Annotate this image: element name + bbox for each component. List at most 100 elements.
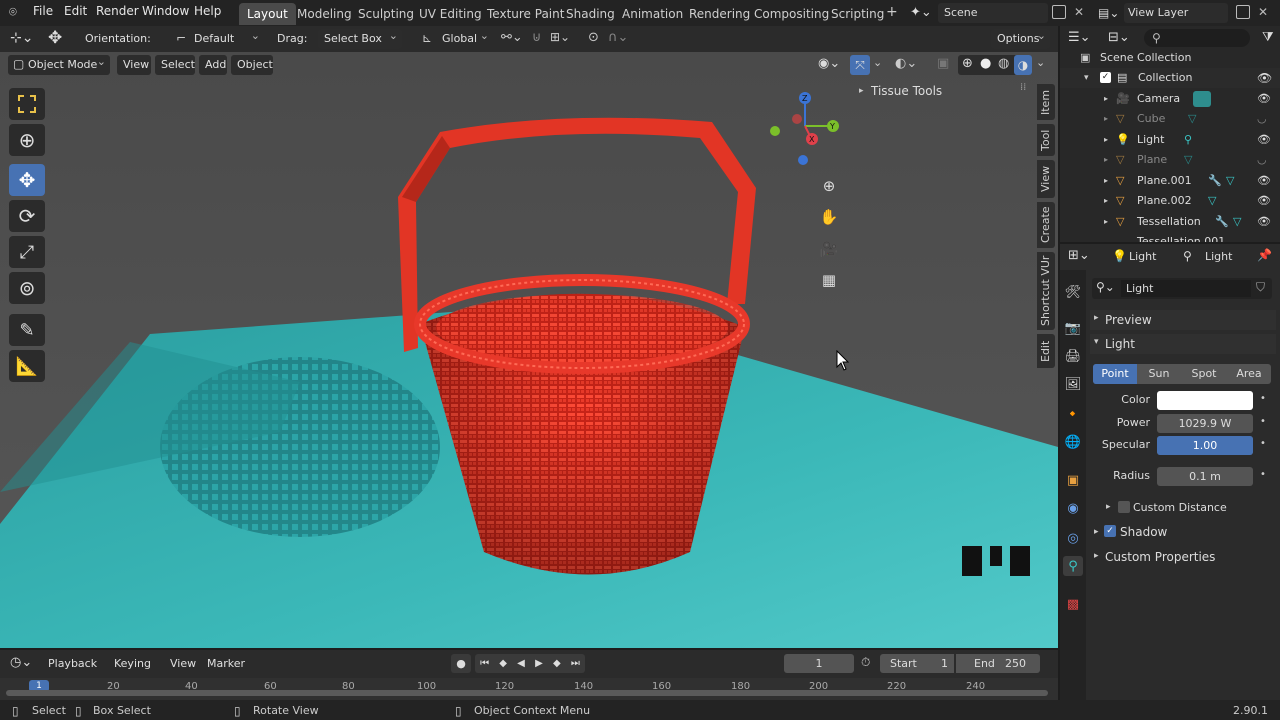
datablock-name-field[interactable]: Light — [1121, 280, 1251, 297]
outliner-search-input[interactable]: ⚲ — [1144, 29, 1250, 47]
shadow-checkbox[interactable]: ✓ — [1104, 525, 1116, 537]
tool-props-tab-icon[interactable]: 🛠 — [1063, 282, 1083, 302]
tab-item[interactable]: Item — [1037, 84, 1055, 120]
custom-distance-checkbox[interactable] — [1118, 501, 1130, 513]
constraints-props-tab-icon[interactable]: ◎ — [1063, 528, 1083, 548]
visibility-icon[interactable]: 👁 — [1257, 191, 1271, 211]
jump-start-icon[interactable]: ⏮ — [480, 658, 489, 669]
play-reverse-icon[interactable]: ◀ — [517, 658, 525, 669]
power-field[interactable]: 1029.9 W — [1157, 414, 1253, 433]
expand-icon[interactable]: ▸ — [1104, 89, 1108, 109]
timeline-scrollbar[interactable] — [6, 690, 1048, 696]
outliner-row-cube[interactable]: ▸ ▽ Cube ▽ ◡ — [1060, 109, 1280, 129]
physics-props-tab-icon[interactable]: ◉ — [1063, 498, 1083, 518]
zoom-icon[interactable]: ⊕ — [815, 172, 843, 200]
expand-icon[interactable]: ▸ — [1104, 212, 1108, 232]
falloff-icon[interactable]: ∩⌄ — [608, 30, 628, 45]
add-menu[interactable]: Add — [199, 55, 227, 75]
rendered-shading-icon[interactable]: ◑ — [1014, 55, 1032, 75]
view-menu[interactable]: View — [117, 55, 151, 75]
timeline-view-menu[interactable]: View — [170, 657, 196, 670]
menu-window[interactable]: Window — [142, 4, 189, 18]
blender-logo-icon[interactable]: ⌾ — [9, 5, 25, 21]
keying-menu[interactable]: Keying — [108, 654, 162, 674]
light-type-point[interactable]: Point — [1093, 364, 1137, 384]
menu-file[interactable]: File — [33, 4, 53, 18]
new-scene-icon[interactable] — [1052, 5, 1066, 19]
wireframe-shading-icon[interactable]: ⊕ — [962, 56, 973, 71]
solid-shading-icon[interactable]: ● — [980, 56, 991, 71]
start-frame-field[interactable]: Start 1 — [880, 654, 954, 673]
keyframe-dot-icon[interactable]: • — [1260, 416, 1266, 427]
material-shading-icon[interactable]: ◍ — [998, 56, 1009, 71]
transform-tool[interactable]: ⊚ — [9, 272, 45, 304]
transform-space-dropdown[interactable]: Global — [436, 26, 493, 49]
delete-scene-icon[interactable]: ✕ — [1074, 5, 1084, 19]
menu-help[interactable]: Help — [194, 4, 221, 18]
options-dropdown[interactable]: Options — [991, 26, 1050, 49]
custom-properties-header[interactable]: Custom Properties — [1105, 550, 1215, 564]
outliner-row-tessellation-001[interactable]: Tessellation.001 — [1060, 232, 1280, 242]
jump-end-icon[interactable]: ⏭ — [571, 658, 580, 669]
move-tool[interactable]: ✥ — [9, 164, 45, 196]
tab-uv-editing[interactable]: UV Editing — [411, 3, 490, 25]
play-icon[interactable]: ▶ — [535, 658, 543, 669]
outliner-row-collection[interactable]: ▾ ✓ ▤ Collection 👁 — [1060, 68, 1280, 88]
select-menu[interactable]: Select — [155, 55, 195, 75]
keyframe-dot-icon[interactable]: • — [1260, 438, 1266, 449]
filter-icon[interactable]: ⧩ — [1262, 30, 1274, 45]
tab-animation[interactable]: Animation — [614, 3, 691, 25]
keyframe-dot-icon[interactable]: • — [1260, 469, 1266, 480]
expand-icon[interactable]: ▸ — [1104, 130, 1108, 150]
light-type-sun[interactable]: Sun — [1137, 364, 1181, 384]
outliner-row-tessellation[interactable]: ▸ ▽ Tessellation 🔧 ▽ 👁 — [1060, 212, 1280, 232]
visibility-icon[interactable]: ◉⌄ — [818, 56, 840, 71]
orientation-dropdown[interactable]: Default — [188, 26, 264, 49]
timeline-editor-icon[interactable]: ◷⌄ — [10, 655, 32, 670]
keyframe-dot-icon[interactable]: • — [1260, 393, 1266, 404]
expand-collection-icon[interactable]: ▾ — [1084, 68, 1089, 88]
properties-editor-icon[interactable]: ⊞⌄ — [1068, 248, 1090, 263]
measure-tool[interactable]: 📐 — [9, 350, 45, 382]
outliner-row-scene-collection[interactable]: ▣ Scene Collection — [1060, 48, 1280, 68]
tab-view[interactable]: View — [1037, 160, 1055, 198]
tissue-expand-icon[interactable]: ▸ — [859, 86, 864, 96]
tab-create[interactable]: Create — [1037, 202, 1055, 248]
collection-checkbox[interactable]: ✓ — [1100, 72, 1111, 83]
pin-icon[interactable]: 📌 — [1257, 248, 1272, 262]
outliner-row-plane-001[interactable]: ▸ ▽ Plane.001 🔧 ▽ 👁 — [1060, 171, 1280, 191]
current-frame-field[interactable]: 1 — [784, 654, 854, 673]
tab-tool[interactable]: Tool — [1037, 124, 1055, 156]
specular-slider[interactable]: 1.00 — [1157, 436, 1253, 455]
visibility-icon[interactable]: 👁 — [1257, 130, 1271, 150]
pivot-point-icon[interactable]: ⚯⌄ — [501, 30, 523, 45]
annotate-tool[interactable]: ✎ — [9, 314, 45, 346]
shadow-expand-icon[interactable]: ▸ — [1094, 527, 1099, 537]
fake-user-shield-icon[interactable]: ⛉ — [1256, 280, 1265, 295]
visibility-icon[interactable]: 👁 — [1257, 212, 1271, 232]
proportional-edit-icon[interactable]: ⊙ — [588, 30, 599, 45]
select-box-tool[interactable] — [9, 88, 45, 120]
object-menu[interactable]: Object — [231, 55, 273, 75]
custom-props-expand-icon[interactable]: ▸ — [1094, 551, 1099, 561]
menu-edit[interactable]: Edit — [64, 4, 87, 18]
camera-view-icon[interactable]: 🎥 — [815, 235, 843, 263]
light-type-area[interactable]: Area — [1227, 364, 1271, 384]
outliner-row-light[interactable]: ▸ 💡 Light ⚲ 👁 — [1060, 130, 1280, 150]
outliner-row-plane[interactable]: ▸ ▽ Plane ▽ ◡ — [1060, 150, 1280, 170]
xray-icon[interactable]: ▣ — [937, 56, 949, 71]
next-keyframe-icon[interactable]: ◆ — [553, 658, 561, 669]
output-props-tab-icon[interactable]: 🖨 — [1063, 346, 1083, 366]
perspective-grid-icon[interactable]: ▦ — [815, 266, 843, 294]
timeline-marker-menu[interactable]: Marker — [207, 657, 245, 670]
record-icon[interactable]: ● — [451, 654, 471, 673]
tab-scripting[interactable]: Scripting — [823, 3, 892, 25]
hidden-icon[interactable]: ◡ — [1257, 150, 1267, 170]
custom-distance-expand-icon[interactable]: ▸ — [1106, 502, 1111, 512]
display-mode-icon[interactable]: ⊟⌄ — [1108, 30, 1130, 45]
preview-range-icon[interactable]: ⏱ — [861, 655, 870, 670]
view-layer-props-tab-icon[interactable]: 🖼 — [1063, 374, 1083, 394]
rotate-tool[interactable]: ⟳ — [9, 200, 45, 232]
overlay-icon[interactable]: ◐⌄ — [895, 56, 917, 71]
view-layer-icon[interactable]: ▤⌄ — [1098, 3, 1122, 23]
